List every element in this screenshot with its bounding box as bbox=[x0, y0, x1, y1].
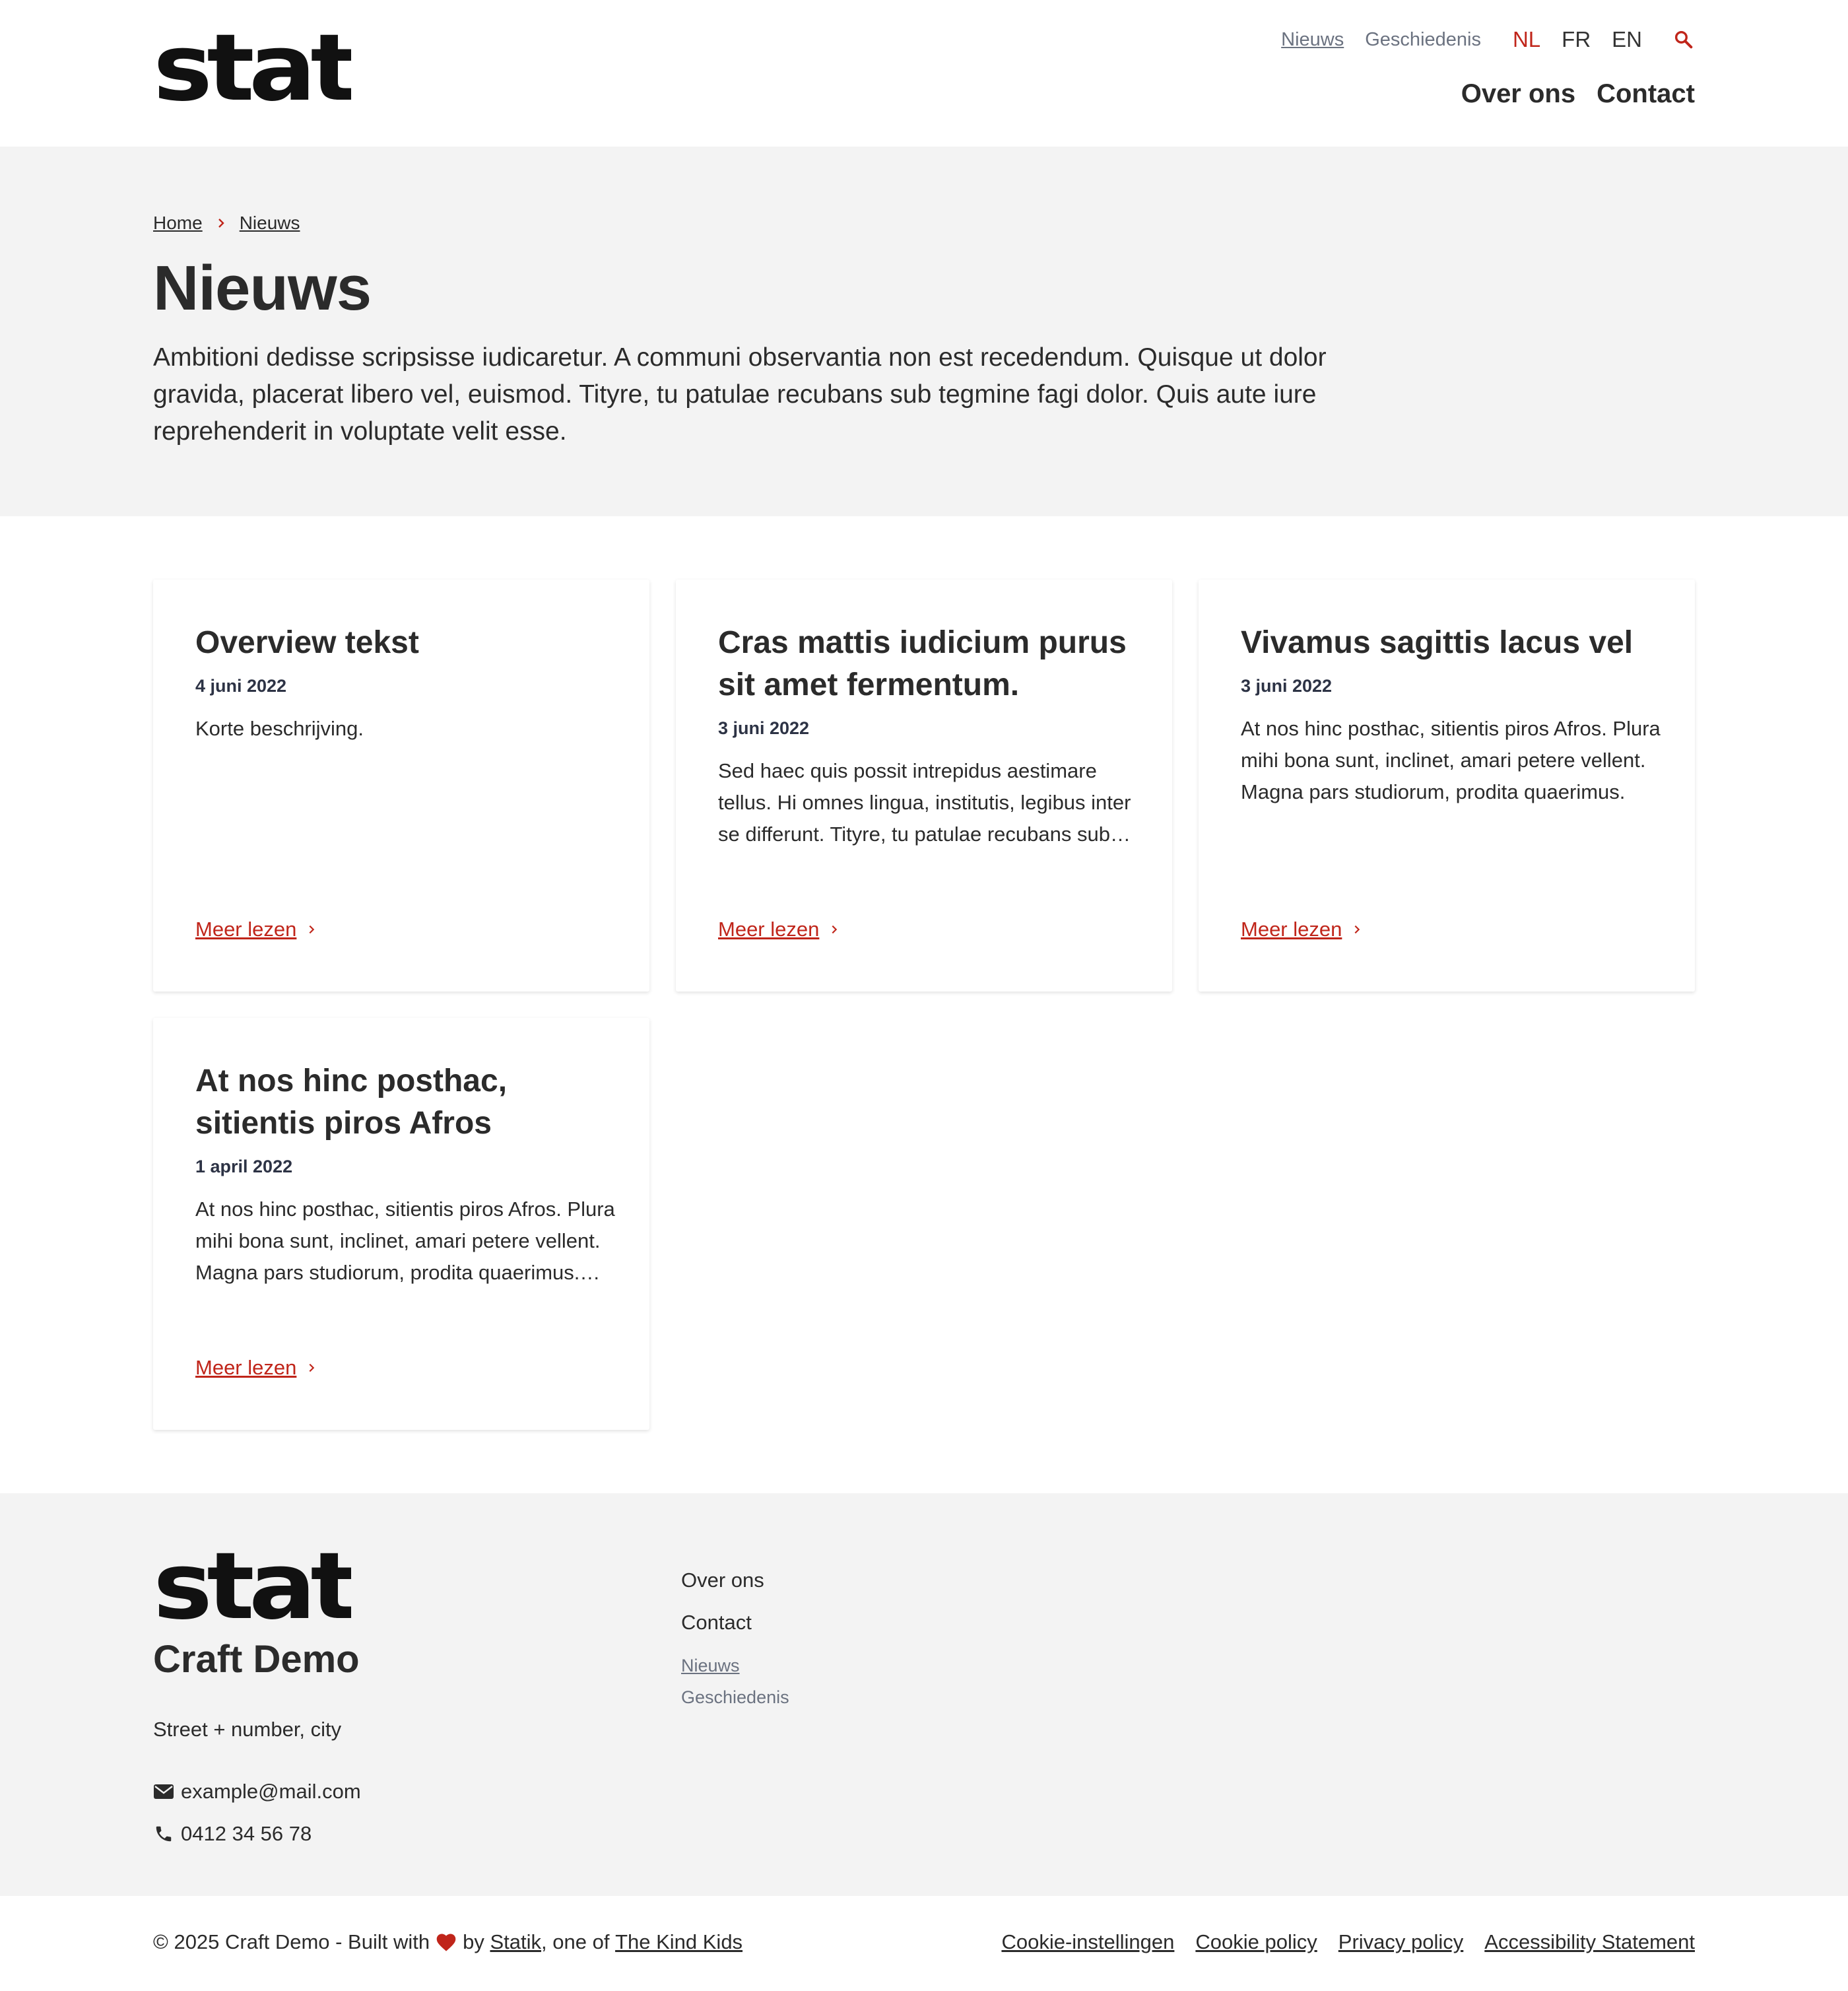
breadcrumb: Home Nieuws bbox=[153, 213, 300, 234]
card-excerpt: At nos hinc posthac, sitientis piros Afr… bbox=[1241, 717, 1661, 803]
kind-kids-link[interactable]: The Kind Kids bbox=[615, 1930, 742, 1954]
read-more-label: Meer lezen bbox=[1241, 918, 1342, 941]
language-fr[interactable]: FR bbox=[1562, 27, 1591, 52]
footer-nav-contact[interactable]: Contact bbox=[681, 1611, 752, 1635]
phone-icon bbox=[156, 1826, 172, 1842]
legal-nav: Cookie-instellingen Cookie policy Privac… bbox=[980, 1930, 1695, 1954]
main-nav-item-contact[interactable]: Contact bbox=[1597, 79, 1695, 109]
chevron-right-icon bbox=[309, 925, 315, 934]
card-title[interactable]: Cras mattis iudicium purus sit amet ferm… bbox=[718, 622, 1140, 706]
card-title[interactable]: Vivamus sagittis lacus vel bbox=[1241, 622, 1663, 664]
card-date: 4 juni 2022 bbox=[195, 676, 287, 696]
copyright-by: by bbox=[463, 1930, 484, 1953]
statik-link[interactable]: Statik bbox=[490, 1930, 541, 1954]
footer-nav-nieuws[interactable]: Nieuws bbox=[681, 1656, 740, 1676]
breadcrumb-home[interactable]: Home bbox=[153, 213, 203, 234]
card-date: 3 juni 2022 bbox=[718, 718, 810, 738]
footer-phone-text[interactable]: 0412 34 56 78 bbox=[181, 1822, 312, 1846]
cookie-settings-link[interactable]: Cookie-instellingen bbox=[1001, 1930, 1174, 1954]
read-more-label: Meer lezen bbox=[195, 1356, 297, 1379]
site-header: statik Nieuws Geschiedenis NL FR EN Over… bbox=[0, 0, 1848, 147]
bottom-bar: © 2025 Craft Demo - Built with by Statik… bbox=[0, 1896, 1848, 1991]
read-more-label: Meer lezen bbox=[718, 918, 820, 941]
chevron-right-icon bbox=[309, 1363, 315, 1372]
footer-nav-geschiedenis[interactable]: Geschiedenis bbox=[681, 1687, 789, 1708]
footer-email[interactable]: example@mail.com bbox=[153, 1780, 361, 1804]
chevron-right-icon bbox=[1354, 925, 1360, 934]
chevron-right-icon bbox=[832, 925, 838, 934]
footer-brand-name: Craft Demo bbox=[153, 1638, 360, 1681]
search-icon[interactable] bbox=[1672, 28, 1695, 51]
logo-text: statik bbox=[153, 34, 351, 114]
language-nl[interactable]: NL bbox=[1513, 27, 1540, 52]
top-nav: Nieuws Geschiedenis NL FR EN bbox=[1260, 26, 1695, 53]
site-footer: statik Craft Demo Street + number, city … bbox=[0, 1493, 1848, 1896]
footer-nav-over-ons[interactable]: Over ons bbox=[681, 1569, 764, 1592]
page-intro: Ambitioni dedisse scripsisse iudicaretur… bbox=[153, 343, 1327, 446]
logo-text: statik bbox=[153, 1553, 351, 1632]
card-title[interactable]: Overview tekst bbox=[195, 622, 618, 664]
card-date: 3 juni 2022 bbox=[1241, 676, 1333, 696]
breadcrumb-nieuws[interactable]: Nieuws bbox=[240, 213, 300, 234]
copyright-one-of: , one of bbox=[541, 1930, 610, 1953]
copyright-text: © 2025 Craft Demo - Built with bbox=[153, 1930, 430, 1953]
read-more-label: Meer lezen bbox=[195, 918, 297, 941]
card-date: 1 april 2022 bbox=[195, 1157, 293, 1176]
card-excerpt: Korte beschrijving. bbox=[195, 717, 364, 740]
main-nav: Over ons Contact bbox=[1440, 79, 1695, 109]
footer-logo[interactable]: statik bbox=[153, 1553, 351, 1632]
page-title: Nieuws bbox=[153, 253, 372, 323]
accessibility-statement-link[interactable]: Accessibility Statement bbox=[1484, 1930, 1695, 1954]
footer-email-text[interactable]: example@mail.com bbox=[181, 1780, 361, 1804]
read-more-link[interactable]: Meer lezen bbox=[1241, 918, 1363, 941]
top-nav-item-geschiedenis[interactable]: Geschiedenis bbox=[1365, 29, 1481, 51]
top-nav-item-nieuws[interactable]: Nieuws bbox=[1281, 29, 1344, 51]
site-logo[interactable]: statik bbox=[153, 34, 351, 114]
news-card[interactable]: Overview tekst 4 juni 2022 Korte beschri… bbox=[153, 580, 649, 992]
privacy-policy-link[interactable]: Privacy policy bbox=[1338, 1930, 1464, 1954]
read-more-link[interactable]: Meer lezen bbox=[718, 918, 840, 941]
news-card[interactable]: At nos hinc posthac, sitientis piros Afr… bbox=[153, 1018, 649, 1430]
read-more-link[interactable]: Meer lezen bbox=[195, 918, 317, 941]
news-card[interactable]: Vivamus sagittis lacus vel 3 juni 2022 A… bbox=[1199, 580, 1695, 992]
language-en[interactable]: EN bbox=[1612, 27, 1642, 52]
cookie-policy-link[interactable]: Cookie policy bbox=[1195, 1930, 1317, 1954]
copyright: © 2025 Craft Demo - Built with by Statik… bbox=[153, 1930, 742, 1954]
chevron-right-icon bbox=[218, 219, 224, 228]
footer-phone[interactable]: 0412 34 56 78 bbox=[153, 1822, 312, 1846]
main-nav-item-over-ons[interactable]: Over ons bbox=[1461, 79, 1575, 109]
footer-address: Street + number, city bbox=[153, 1718, 342, 1741]
news-card[interactable]: Cras mattis iudicium purus sit amet ferm… bbox=[676, 580, 1172, 992]
page-hero: Home Nieuws Nieuws Ambitioni dedisse scr… bbox=[0, 147, 1848, 516]
read-more-link[interactable]: Meer lezen bbox=[195, 1356, 317, 1380]
heart-icon bbox=[436, 1934, 456, 1951]
card-title[interactable]: At nos hinc posthac, sitientis piros Afr… bbox=[195, 1060, 618, 1145]
card-excerpt: At nos hinc posthac, sitientis piros Afr… bbox=[195, 1198, 615, 1284]
mail-icon bbox=[154, 1784, 174, 1799]
card-excerpt: Sed haec quis possit intrepidus aestimar… bbox=[718, 759, 1131, 846]
